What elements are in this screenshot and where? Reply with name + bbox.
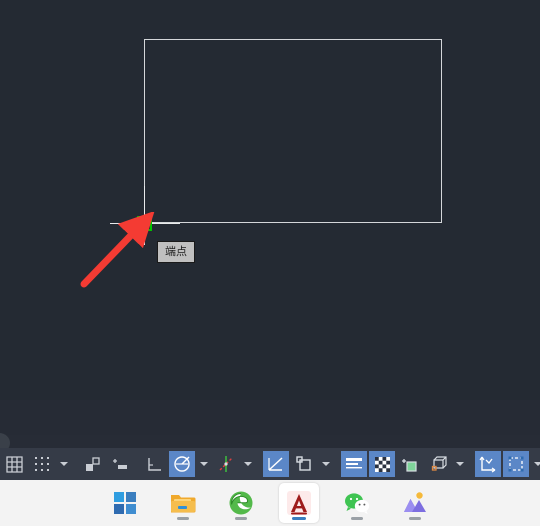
wechat-button[interactable] xyxy=(337,483,377,523)
ucs-icon-button[interactable] xyxy=(141,451,167,477)
selection-filter-button[interactable] xyxy=(503,451,529,477)
autocad-button[interactable] xyxy=(279,483,319,523)
polar-tracking-button[interactable] xyxy=(169,451,195,477)
meitu-icon xyxy=(404,492,426,512)
polar-tracking-chevron-down-icon[interactable] xyxy=(196,451,212,477)
osnap-tracking-chevron-down-icon[interactable] xyxy=(240,451,256,477)
status-bar xyxy=(0,448,540,480)
transparency-button[interactable] xyxy=(369,451,395,477)
meitu-button[interactable] xyxy=(395,483,435,523)
rectangle-object[interactable] xyxy=(144,39,442,223)
autocad-a-icon xyxy=(287,491,311,515)
selection-filter-chevron-down-icon[interactable] xyxy=(530,451,540,477)
running-indicator xyxy=(409,517,421,520)
infer-constraints-button[interactable] xyxy=(107,451,133,477)
status-group-lineweight-transparency xyxy=(340,449,468,479)
command-line-bar: ✕ LINE 指定第一个点: from 基点: xyxy=(0,400,540,435)
status-group-display-toggles xyxy=(0,449,72,479)
selection-cycling-button[interactable] xyxy=(397,451,423,477)
status-group-annotation-ucs xyxy=(474,449,540,479)
object-snap-button[interactable] xyxy=(263,451,289,477)
windows-logo-icon xyxy=(114,492,136,514)
snap-mode-chevron-down-icon[interactable] xyxy=(56,451,72,477)
wechat-icon xyxy=(345,493,370,514)
ortho-mode-button[interactable] xyxy=(79,451,105,477)
windows-taskbar xyxy=(0,480,540,526)
object-snap-tracking-button[interactable] xyxy=(213,451,239,477)
dynamic-ucs-button[interactable] xyxy=(475,451,501,477)
grid-display-button[interactable] xyxy=(1,451,27,477)
dynamic-input-chevron-down-icon[interactable] xyxy=(318,451,334,477)
file-explorer-button[interactable] xyxy=(163,483,203,523)
3d-osnap-chevron-down-icon[interactable] xyxy=(452,451,468,477)
status-group-drafting-toggles xyxy=(78,449,134,479)
3d-osnap-button[interactable] xyxy=(425,451,451,477)
browser-button[interactable] xyxy=(221,483,261,523)
endpoint-snap-marker xyxy=(137,216,152,231)
dynamic-input-button[interactable] xyxy=(291,451,317,477)
status-group-ucs-polar xyxy=(140,449,256,479)
running-indicator xyxy=(235,517,247,520)
running-indicator xyxy=(351,517,363,520)
active-indicator xyxy=(292,517,306,520)
start-button[interactable] xyxy=(105,483,145,523)
edge-icon xyxy=(229,491,253,515)
show-lineweight-button[interactable] xyxy=(341,451,367,477)
folder-icon xyxy=(171,495,196,513)
status-bar-gap xyxy=(0,433,540,453)
osnap-tooltip: 端点 xyxy=(157,241,195,263)
drawing-canvas[interactable]: 端点 xyxy=(0,0,540,400)
status-group-snap-dynamic xyxy=(262,449,334,479)
running-indicator xyxy=(177,517,189,520)
snap-mode-button[interactable] xyxy=(29,451,55,477)
